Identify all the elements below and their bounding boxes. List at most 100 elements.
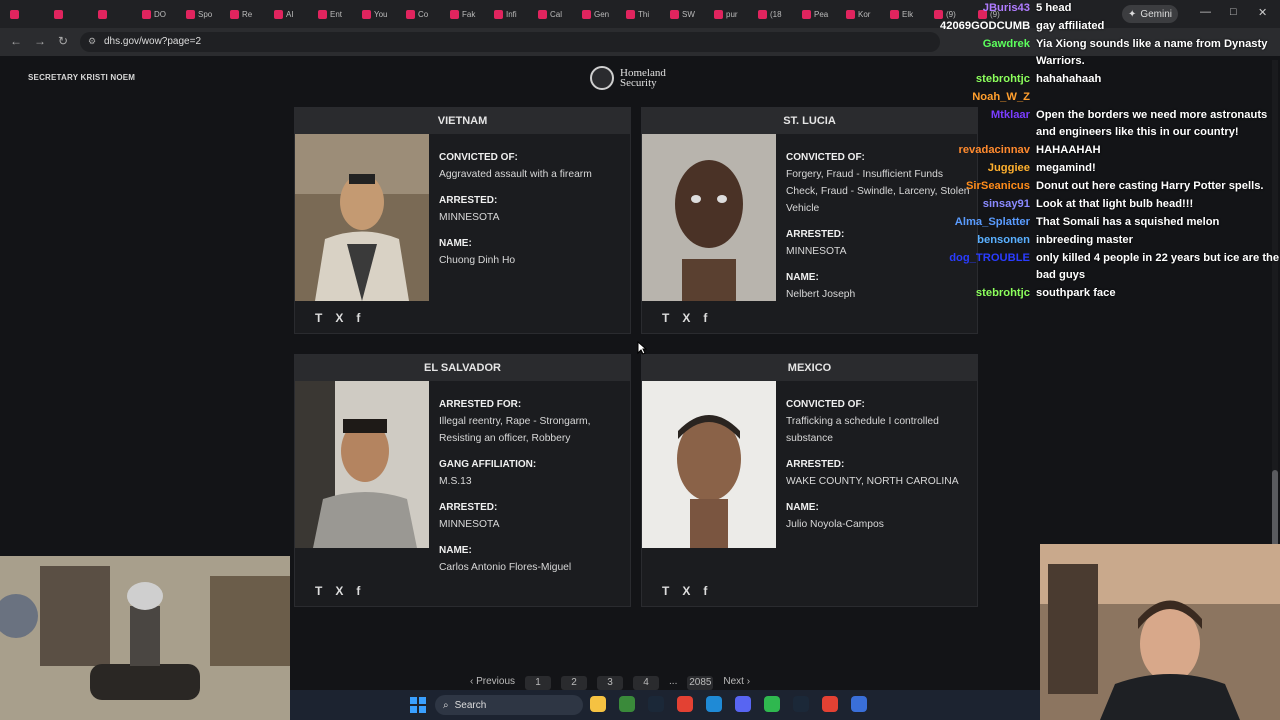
xbox-icon[interactable] xyxy=(764,696,780,712)
browser-tab[interactable] xyxy=(98,4,126,24)
browser-tab[interactable]: Pea xyxy=(802,4,830,24)
chat-username[interactable]: Noah_W_Z xyxy=(940,89,1036,106)
facebook-share-icon[interactable]: f xyxy=(356,311,360,325)
windows-start-icon[interactable] xyxy=(410,697,426,713)
browser-tab[interactable]: Spo xyxy=(186,4,214,24)
browser-tab[interactable]: SW xyxy=(670,4,698,24)
page-link-current[interactable]: 3 xyxy=(597,676,624,690)
chat-username[interactable]: stebrohtjc xyxy=(940,285,1036,302)
x-share-icon[interactable]: X xyxy=(335,584,343,598)
browser-icon[interactable] xyxy=(851,696,867,712)
taskbar-search[interactable]: ⌕ Search xyxy=(435,695,583,715)
browser-tab[interactable]: Thi xyxy=(626,4,654,24)
chat-username[interactable]: stebrohtjc xyxy=(940,71,1036,88)
steam-2-icon[interactable] xyxy=(793,696,809,712)
forward-arrow-icon[interactable]: → xyxy=(34,34,46,48)
chat-username[interactable]: 42069GODCUMB xyxy=(940,18,1036,35)
truth-social-icon[interactable]: T xyxy=(315,311,322,325)
browser-tab[interactable]: Kor xyxy=(846,4,874,24)
back-arrow-icon[interactable]: ← xyxy=(10,34,22,48)
site-info-icon[interactable]: ⚙ xyxy=(88,36,96,47)
browser-tab[interactable] xyxy=(10,4,38,24)
page-link-last[interactable]: 2085 xyxy=(687,676,714,690)
profile-card: EL SALVADOR ARRESTED FOR: Illegal reentr… xyxy=(294,354,631,607)
browser-tab[interactable]: Infi xyxy=(494,4,522,24)
chat-text: Open the borders we need more astronauts… xyxy=(1036,109,1268,138)
page-link[interactable]: 2 xyxy=(561,676,588,690)
facebook-share-icon[interactable]: f xyxy=(703,584,707,598)
browser-tab[interactable]: Ent xyxy=(318,4,346,24)
page-link[interactable]: 4 xyxy=(633,676,660,690)
chat-message: Gawdrek Yia Xiong sounds like a name from… xyxy=(940,36,1280,70)
tab-label: Infi xyxy=(506,9,517,19)
tab-favicon-icon xyxy=(758,9,767,19)
game-app-icon[interactable] xyxy=(619,696,635,712)
browser-tab[interactable]: Fak xyxy=(450,4,478,24)
browser-tab[interactable]: DO xyxy=(142,4,170,24)
browser-tab[interactable]: Cal xyxy=(538,4,566,24)
tab-favicon-icon xyxy=(98,9,107,19)
url-text[interactable]: dhs.gov/wow?page=2 xyxy=(104,36,201,47)
dhs-logo[interactable]: Homeland Security xyxy=(590,66,666,90)
tab-label: Co xyxy=(418,9,429,19)
steam-icon[interactable] xyxy=(648,696,664,712)
field-value: Aggravated assault with a firearm xyxy=(439,169,592,180)
logo-line-2: Security xyxy=(620,77,657,89)
chat-message: stebrohtjc southpark face xyxy=(940,285,1280,302)
browser-tab[interactable] xyxy=(54,4,82,24)
previous-page-link[interactable]: ‹ Previous xyxy=(470,676,515,690)
chat-message: bensonen inbreeding master xyxy=(940,232,1280,249)
facebook-share-icon[interactable]: f xyxy=(703,311,707,325)
secretary-link[interactable]: SECRETARY KRISTI NOEM xyxy=(28,73,135,82)
chat-message: stebrohtjc hahahahaah xyxy=(940,71,1280,88)
profile-card: ST. LUCIA CONVICTED OF: Forgery, Fraud -… xyxy=(641,107,978,334)
chat-message: Juggiee megamind! xyxy=(940,160,1280,177)
tab-label: Re xyxy=(242,9,253,19)
truth-social-icon[interactable]: T xyxy=(662,311,669,325)
x-share-icon[interactable]: X xyxy=(335,311,343,325)
browser-tab[interactable]: AI xyxy=(274,4,302,24)
browser-tab[interactable]: (18 xyxy=(758,4,786,24)
chat-username[interactable]: Mtklaar xyxy=(940,107,1036,141)
webcam-overlay-robot xyxy=(0,556,290,720)
chat-username[interactable]: sinsay91 xyxy=(940,196,1036,213)
tab-favicon-icon xyxy=(626,9,635,19)
discord-icon[interactable] xyxy=(735,696,751,712)
edge-icon[interactable] xyxy=(706,696,722,712)
file-explorer-icon[interactable] xyxy=(590,696,606,712)
card-country: EL SALVADOR xyxy=(295,355,630,381)
chrome-2-icon[interactable] xyxy=(822,696,838,712)
page-link[interactable]: 1 xyxy=(525,676,552,690)
next-page-link[interactable]: Next › xyxy=(723,676,750,690)
chat-username[interactable]: bensonen xyxy=(940,232,1036,249)
chat-text: 5 head xyxy=(1036,2,1072,14)
facebook-share-icon[interactable]: f xyxy=(356,584,360,598)
chat-username[interactable]: Gawdrek xyxy=(940,36,1036,70)
browser-tab[interactable]: pur xyxy=(714,4,742,24)
tab-label: (18 xyxy=(770,9,782,19)
chat-username[interactable]: Alma_Splatter xyxy=(940,214,1036,231)
chat-text: hahahahaah xyxy=(1036,73,1102,85)
chat-text: Yia Xiong sounds like a name from Dynast… xyxy=(1036,38,1268,67)
browser-tab[interactable]: You xyxy=(362,4,390,24)
reload-icon[interactable]: ↻ xyxy=(58,34,68,48)
browser-tab[interactable]: Co xyxy=(406,4,434,24)
chat-username[interactable]: Juggiee xyxy=(940,160,1036,177)
chat-message: Mtklaar Open the borders we need more ast… xyxy=(940,107,1280,141)
x-share-icon[interactable]: X xyxy=(682,311,690,325)
truth-social-icon[interactable]: T xyxy=(315,584,322,598)
x-share-icon[interactable]: X xyxy=(682,584,690,598)
browser-tab[interactable]: Gen xyxy=(582,4,610,24)
chat-username[interactable]: JBuris43 xyxy=(940,0,1036,17)
chat-username[interactable]: SirSeanicus xyxy=(940,178,1036,195)
chat-username[interactable]: dog_TROUBLE xyxy=(940,250,1036,284)
tab-favicon-icon xyxy=(230,9,239,19)
tab-favicon-icon xyxy=(406,9,415,19)
url-omnibox[interactable] xyxy=(80,32,940,52)
chat-username[interactable]: revadacinnav xyxy=(940,142,1036,159)
browser-tab[interactable]: Re xyxy=(230,4,258,24)
truth-social-icon[interactable]: T xyxy=(662,584,669,598)
chat-text: southpark face xyxy=(1036,287,1116,299)
chrome-icon[interactable] xyxy=(677,696,693,712)
browser-tab[interactable]: Elk xyxy=(890,4,918,24)
